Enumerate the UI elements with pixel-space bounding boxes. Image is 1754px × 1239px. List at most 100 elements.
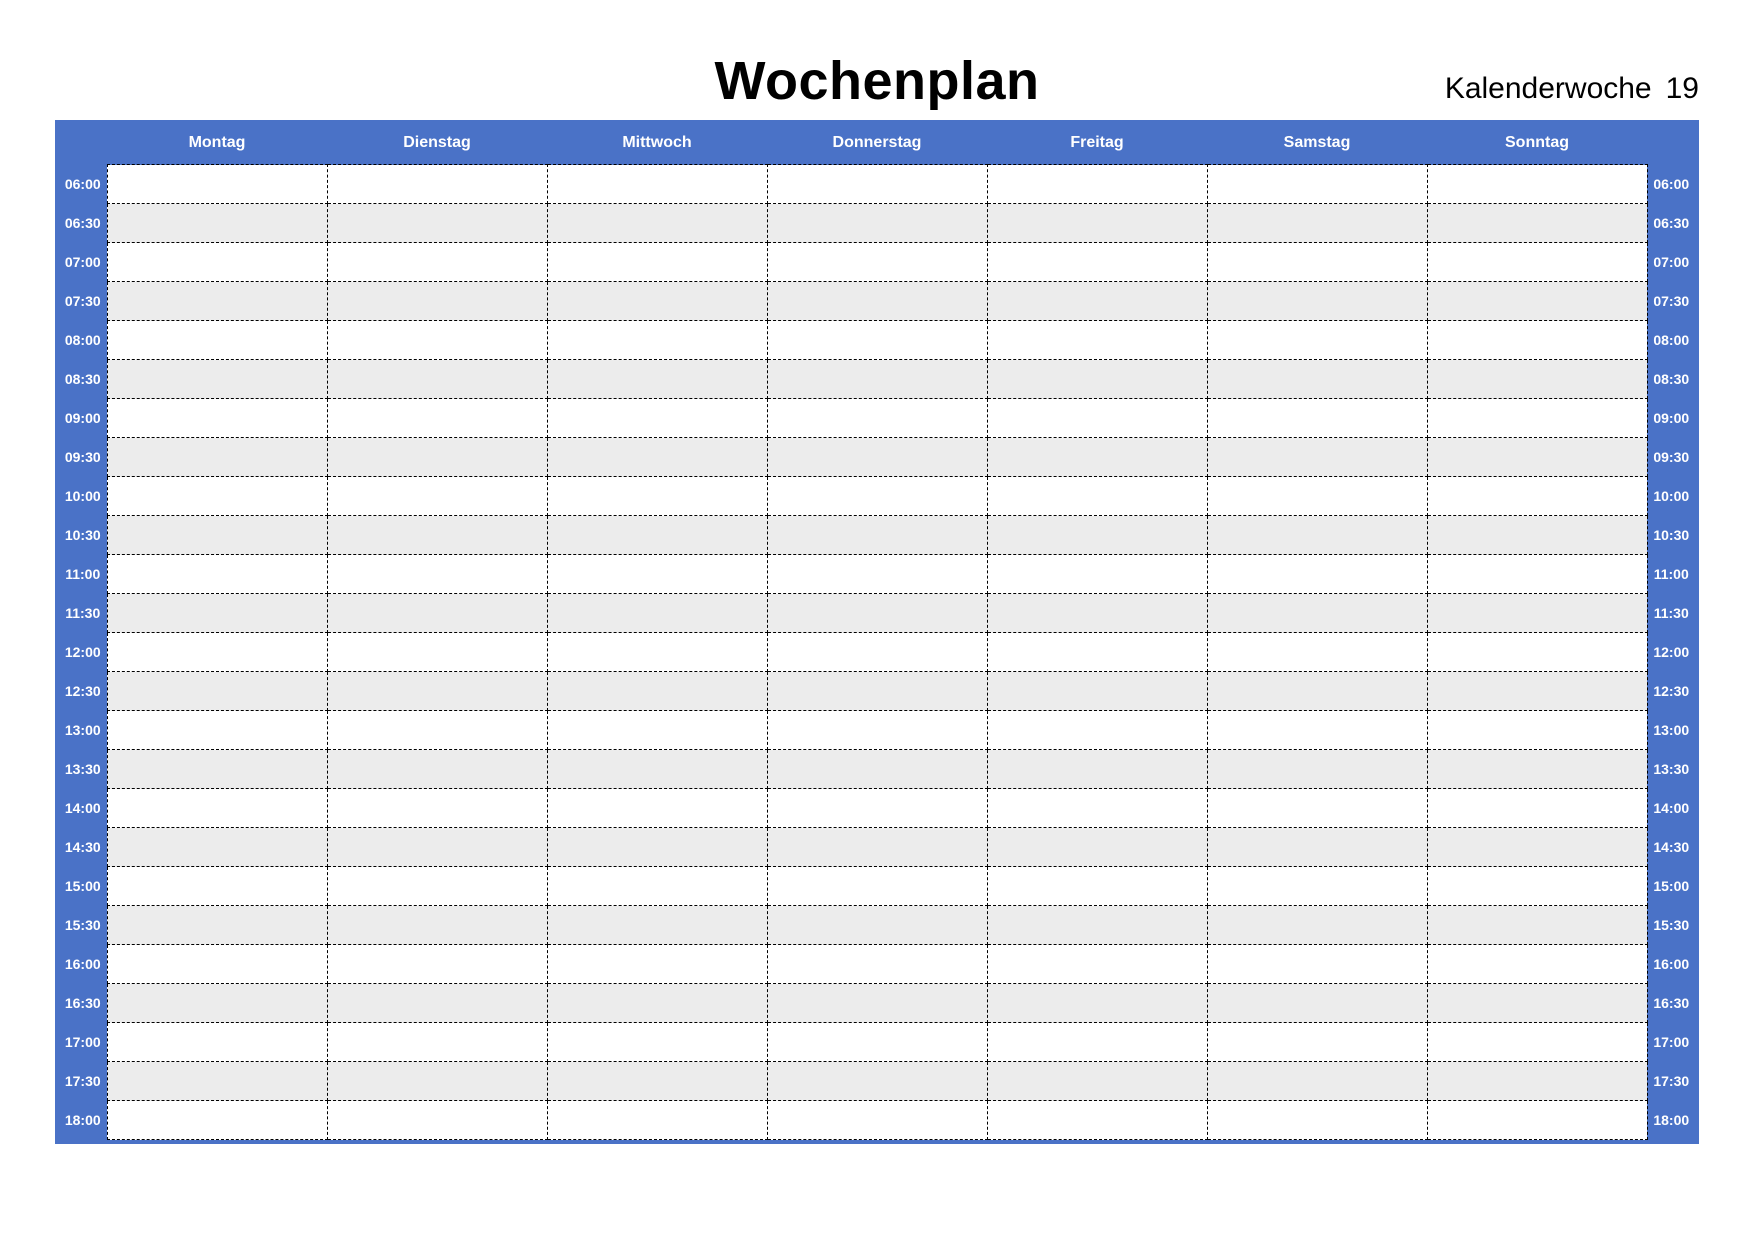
time-slot[interactable] xyxy=(767,555,987,594)
time-slot[interactable] xyxy=(107,555,327,594)
time-slot[interactable] xyxy=(327,282,547,321)
time-slot[interactable] xyxy=(1207,438,1427,477)
time-slot[interactable] xyxy=(1427,1023,1647,1062)
time-slot[interactable] xyxy=(107,906,327,945)
time-slot[interactable] xyxy=(767,360,987,399)
time-slot[interactable] xyxy=(1427,867,1647,906)
time-slot[interactable] xyxy=(767,282,987,321)
time-slot[interactable] xyxy=(547,243,767,282)
time-slot[interactable] xyxy=(547,789,767,828)
time-slot[interactable] xyxy=(107,984,327,1023)
time-slot[interactable] xyxy=(987,282,1207,321)
time-slot[interactable] xyxy=(327,243,547,282)
time-slot[interactable] xyxy=(987,594,1207,633)
time-slot[interactable] xyxy=(1427,477,1647,516)
time-slot[interactable] xyxy=(1427,165,1647,204)
time-slot[interactable] xyxy=(107,243,327,282)
time-slot[interactable] xyxy=(107,282,327,321)
time-slot[interactable] xyxy=(767,243,987,282)
time-slot[interactable] xyxy=(987,555,1207,594)
time-slot[interactable] xyxy=(987,672,1207,711)
time-slot[interactable] xyxy=(107,399,327,438)
time-slot[interactable] xyxy=(327,789,547,828)
time-slot[interactable] xyxy=(1427,204,1647,243)
time-slot[interactable] xyxy=(1207,1101,1427,1140)
time-slot[interactable] xyxy=(767,750,987,789)
time-slot[interactable] xyxy=(767,204,987,243)
time-slot[interactable] xyxy=(547,165,767,204)
time-slot[interactable] xyxy=(1207,1062,1427,1101)
time-slot[interactable] xyxy=(1427,282,1647,321)
time-slot[interactable] xyxy=(1427,672,1647,711)
time-slot[interactable] xyxy=(767,945,987,984)
time-slot[interactable] xyxy=(767,516,987,555)
time-slot[interactable] xyxy=(987,1101,1207,1140)
time-slot[interactable] xyxy=(107,867,327,906)
time-slot[interactable] xyxy=(327,828,547,867)
time-slot[interactable] xyxy=(1427,750,1647,789)
time-slot[interactable] xyxy=(327,711,547,750)
time-slot[interactable] xyxy=(547,711,767,750)
time-slot[interactable] xyxy=(767,165,987,204)
time-slot[interactable] xyxy=(547,867,767,906)
time-slot[interactable] xyxy=(1207,243,1427,282)
time-slot[interactable] xyxy=(1427,243,1647,282)
time-slot[interactable] xyxy=(107,789,327,828)
time-slot[interactable] xyxy=(547,282,767,321)
time-slot[interactable] xyxy=(987,945,1207,984)
time-slot[interactable] xyxy=(107,321,327,360)
time-slot[interactable] xyxy=(1207,672,1427,711)
time-slot[interactable] xyxy=(327,555,547,594)
time-slot[interactable] xyxy=(987,711,1207,750)
time-slot[interactable] xyxy=(1207,165,1427,204)
time-slot[interactable] xyxy=(767,477,987,516)
time-slot[interactable] xyxy=(1427,438,1647,477)
time-slot[interactable] xyxy=(1207,984,1427,1023)
time-slot[interactable] xyxy=(1207,594,1427,633)
time-slot[interactable] xyxy=(107,672,327,711)
time-slot[interactable] xyxy=(1427,516,1647,555)
time-slot[interactable] xyxy=(547,594,767,633)
time-slot[interactable] xyxy=(767,594,987,633)
time-slot[interactable] xyxy=(767,399,987,438)
time-slot[interactable] xyxy=(547,1062,767,1101)
time-slot[interactable] xyxy=(987,633,1207,672)
time-slot[interactable] xyxy=(1427,1062,1647,1101)
time-slot[interactable] xyxy=(987,1023,1207,1062)
time-slot[interactable] xyxy=(987,438,1207,477)
time-slot[interactable] xyxy=(107,1023,327,1062)
time-slot[interactable] xyxy=(107,360,327,399)
time-slot[interactable] xyxy=(327,477,547,516)
time-slot[interactable] xyxy=(767,711,987,750)
time-slot[interactable] xyxy=(987,321,1207,360)
time-slot[interactable] xyxy=(1427,945,1647,984)
time-slot[interactable] xyxy=(547,633,767,672)
time-slot[interactable] xyxy=(1427,984,1647,1023)
time-slot[interactable] xyxy=(547,438,767,477)
time-slot[interactable] xyxy=(1207,282,1427,321)
time-slot[interactable] xyxy=(547,672,767,711)
time-slot[interactable] xyxy=(1207,399,1427,438)
time-slot[interactable] xyxy=(107,1062,327,1101)
time-slot[interactable] xyxy=(1207,516,1427,555)
time-slot[interactable] xyxy=(1427,360,1647,399)
time-slot[interactable] xyxy=(1427,633,1647,672)
time-slot[interactable] xyxy=(987,360,1207,399)
time-slot[interactable] xyxy=(547,1101,767,1140)
time-slot[interactable] xyxy=(1427,711,1647,750)
time-slot[interactable] xyxy=(987,984,1207,1023)
time-slot[interactable] xyxy=(547,204,767,243)
time-slot[interactable] xyxy=(1207,360,1427,399)
time-slot[interactable] xyxy=(1427,555,1647,594)
time-slot[interactable] xyxy=(327,321,547,360)
time-slot[interactable] xyxy=(327,204,547,243)
time-slot[interactable] xyxy=(987,906,1207,945)
time-slot[interactable] xyxy=(1207,945,1427,984)
time-slot[interactable] xyxy=(547,477,767,516)
time-slot[interactable] xyxy=(1207,828,1427,867)
time-slot[interactable] xyxy=(1207,321,1427,360)
time-slot[interactable] xyxy=(547,360,767,399)
time-slot[interactable] xyxy=(327,165,547,204)
time-slot[interactable] xyxy=(1207,633,1427,672)
time-slot[interactable] xyxy=(1207,555,1427,594)
